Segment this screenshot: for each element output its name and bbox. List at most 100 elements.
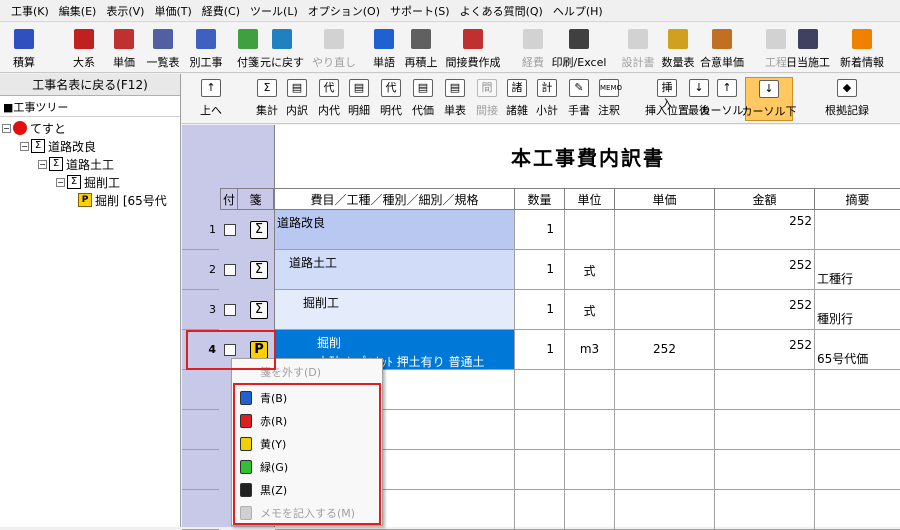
- empty-cell[interactable]: [565, 490, 615, 530]
- memo-cell[interactable]: 種別行: [815, 290, 900, 330]
- toolbar-button-12[interactable]: 印刷/Excel: [547, 25, 611, 71]
- toolbar-button-9[interactable]: 再積上: [399, 25, 443, 71]
- amount-cell[interactable]: 252: [715, 250, 815, 290]
- empty-cell[interactable]: [515, 410, 565, 450]
- menu-item-3[interactable]: 単価(T): [149, 3, 196, 19]
- menu-item-6[interactable]: オプション(O): [303, 3, 385, 19]
- tree-collapse-icon[interactable]: −: [20, 141, 29, 151]
- tree-node-1[interactable]: − Σ 道路改良: [20, 138, 96, 154]
- empty-cell[interactable]: [565, 370, 615, 410]
- empty-cell[interactable]: [715, 450, 815, 490]
- toolbar-button-6[interactable]: 元に戻す: [260, 25, 304, 71]
- edit-toolbar-button-7[interactable]: ▤ 単表: [440, 77, 470, 121]
- price-cell[interactable]: [615, 290, 715, 330]
- item-name-cell[interactable]: 掘削工: [275, 290, 515, 330]
- menu-item-9[interactable]: ヘルプ(H): [548, 3, 608, 19]
- edit-tool-icon-3: 代: [319, 79, 339, 97]
- toolbar-button-13[interactable]: 設計書: [616, 25, 660, 71]
- toolbar-button-14[interactable]: 数量表: [656, 25, 700, 71]
- row-checkbox[interactable]: [224, 304, 236, 316]
- quantity-cell[interactable]: 1: [515, 330, 565, 370]
- edit-toolbar-button-1[interactable]: Σ 集計: [252, 77, 282, 121]
- price-cell[interactable]: 252: [615, 330, 715, 370]
- item-name-cell[interactable]: 道路土工: [275, 250, 515, 290]
- toolbar-button-3[interactable]: 一覧表: [141, 25, 185, 71]
- amount-cell[interactable]: 252: [715, 290, 815, 330]
- empty-cell[interactable]: [815, 490, 900, 530]
- toolbar-button-18[interactable]: 新着情報: [840, 25, 884, 71]
- edit-toolbar-button-2[interactable]: ▤ 内訳: [282, 77, 312, 121]
- toolbar-button-17[interactable]: 日当施工: [786, 25, 830, 71]
- toolbar-button-7[interactable]: やり直し: [312, 25, 356, 71]
- toolbar-button-4[interactable]: 別工事: [184, 25, 228, 71]
- edit-toolbar-button-9[interactable]: 諸諸雑: [502, 77, 532, 121]
- back-to-project-list-button[interactable]: 工事名表に戻る(F12): [0, 74, 180, 96]
- menu-item-4[interactable]: 経費(C): [197, 3, 245, 19]
- tree-node-3[interactable]: − Σ 掘削工: [56, 174, 120, 190]
- edit-toolbar-button-17[interactable]: ◆ 根拠記録: [823, 77, 871, 121]
- toolbar-button-0[interactable]: 積算: [2, 25, 46, 71]
- menu-item-2[interactable]: 表示(V): [101, 3, 149, 19]
- row-checkbox[interactable]: [224, 224, 236, 236]
- tree-node-2[interactable]: − Σ 道路土工: [38, 156, 114, 172]
- edit-toolbar-button-12[interactable]: MEMO 注釈: [594, 77, 624, 121]
- edit-toolbar-button-10[interactable]: 計小計: [532, 77, 562, 121]
- edit-toolbar-button-0[interactable]: ↑ 上へ: [196, 77, 226, 121]
- unit-cell[interactable]: 式: [565, 250, 615, 290]
- tree-collapse-icon[interactable]: −: [56, 177, 65, 187]
- unit-cell[interactable]: 式: [565, 290, 615, 330]
- empty-cell[interactable]: [715, 490, 815, 530]
- memo-cell[interactable]: 工種行: [815, 250, 900, 290]
- empty-cell[interactable]: [515, 450, 565, 490]
- toolbar-button-10[interactable]: 間接費作成: [441, 25, 505, 71]
- menu-item-7[interactable]: サポート(S): [385, 3, 455, 19]
- empty-cell[interactable]: [615, 370, 715, 410]
- empty-cell[interactable]: [815, 410, 900, 450]
- edit-toolbar-button-8[interactable]: 間間接: [472, 77, 502, 121]
- empty-cell[interactable]: [615, 450, 715, 490]
- sigma-icon[interactable]: Σ: [250, 301, 268, 319]
- quantity-cell[interactable]: 1: [515, 210, 565, 250]
- toolbar-button-15[interactable]: 合意単価: [700, 25, 744, 71]
- empty-cell[interactable]: [715, 370, 815, 410]
- tree-node-4[interactable]: P 掘削 [65号代: [78, 192, 167, 208]
- tree-collapse-icon[interactable]: −: [38, 159, 47, 169]
- empty-cell[interactable]: [715, 410, 815, 450]
- toolbar-button-2[interactable]: 単価: [102, 25, 146, 71]
- empty-cell[interactable]: [565, 450, 615, 490]
- toolbar-button-1[interactable]: 大系: [62, 25, 106, 71]
- price-cell[interactable]: [615, 210, 715, 250]
- quantity-cell[interactable]: 1: [515, 290, 565, 330]
- empty-cell[interactable]: [815, 450, 900, 490]
- price-cell[interactable]: [615, 250, 715, 290]
- sigma-icon[interactable]: Σ: [250, 221, 268, 239]
- empty-cell[interactable]: [515, 370, 565, 410]
- menu-item-8[interactable]: よくある質問(Q): [455, 3, 548, 19]
- menu-item-0[interactable]: 工事(K): [6, 3, 54, 19]
- row-checkbox[interactable]: [224, 264, 236, 276]
- menu-item-1[interactable]: 編集(E): [54, 3, 102, 19]
- sigma-icon[interactable]: Σ: [250, 261, 268, 279]
- empty-cell[interactable]: [615, 410, 715, 450]
- empty-cell[interactable]: [615, 490, 715, 530]
- edit-toolbar-button-11[interactable]: ✎ 手書: [564, 77, 594, 121]
- edit-toolbar-button-3[interactable]: 代内代: [314, 77, 344, 121]
- tree-node-0[interactable]: − てすと: [2, 120, 66, 136]
- item-name-cell[interactable]: 道路改良: [275, 210, 515, 250]
- edit-toolbar-button-16[interactable]: ↓ カーソル下: [742, 77, 797, 121]
- edit-toolbar-button-6[interactable]: ▤ 代価: [408, 77, 438, 121]
- memo-cell[interactable]: 65号代価: [815, 330, 900, 370]
- empty-cell[interactable]: [815, 370, 900, 410]
- memo-cell[interactable]: [815, 210, 900, 250]
- edit-toolbar-button-5[interactable]: 代明代: [376, 77, 406, 121]
- amount-cell[interactable]: 252: [715, 330, 815, 370]
- tree-collapse-icon[interactable]: −: [2, 123, 11, 133]
- unit-cell[interactable]: [565, 210, 615, 250]
- empty-cell[interactable]: [565, 410, 615, 450]
- unit-cell[interactable]: m3: [565, 330, 615, 370]
- quantity-cell[interactable]: 1: [515, 250, 565, 290]
- edit-toolbar-button-4[interactable]: ▤ 明細: [344, 77, 374, 121]
- amount-cell[interactable]: 252: [715, 210, 815, 250]
- empty-cell[interactable]: [515, 490, 565, 530]
- menu-item-5[interactable]: ツール(L): [245, 3, 303, 19]
